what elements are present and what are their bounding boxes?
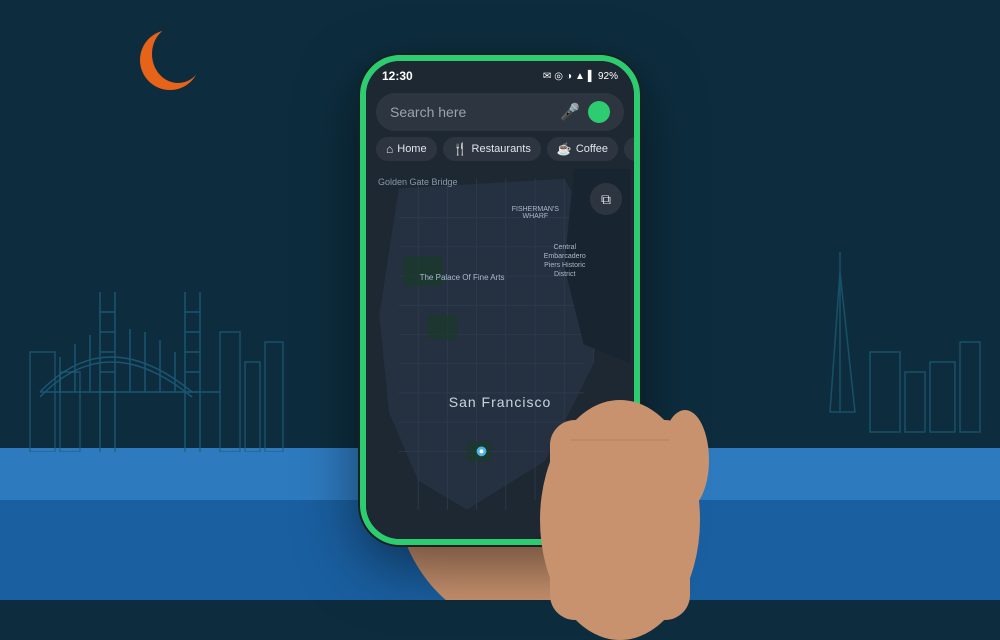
phone-scene: 12:30 ✉ ◎ ◑ ▲ ▌ 92% Search here 🎤 xyxy=(300,20,700,580)
map-label-central: CentralEmbarcaderoPiers HistoricDistrict xyxy=(544,243,586,279)
location-icon: ◎ xyxy=(554,71,563,82)
google-dot xyxy=(588,101,610,123)
search-bar[interactable]: Search here 🎤 xyxy=(376,93,624,131)
signal-icon: ▌ xyxy=(588,71,595,82)
status-bar: 12:30 ✉ ◎ ◑ ▲ ▌ 92% xyxy=(366,61,634,87)
coffee-chip-icon: ☕ xyxy=(557,142,572,156)
map-label-fisherman: FISHERMAN'SWHARF xyxy=(512,206,559,220)
layers-icon: ⧉ xyxy=(601,191,611,208)
map-label-palace: The Palace Of Fine Arts xyxy=(420,273,505,282)
battery-text: 92% xyxy=(598,71,618,82)
chip-coffee[interactable]: ☕ Coffee xyxy=(547,137,618,161)
wifi-icon: ▲ xyxy=(575,71,585,82)
hand-front xyxy=(520,360,720,640)
layers-button[interactable]: ⧉ xyxy=(590,183,622,215)
status-icons: ✉ ◎ ◑ ▲ ▌ 92% xyxy=(543,71,618,82)
email-icon: ✉ xyxy=(543,71,551,82)
chip-home[interactable]: ⌂ Home xyxy=(376,137,437,161)
map-label-golden-gate: Golden Gate Bridge xyxy=(378,177,458,187)
chip-home-label: Home xyxy=(397,143,426,155)
chip-restaurants[interactable]: 🍴 Restaurants xyxy=(443,137,541,161)
status-time: 12:30 xyxy=(382,69,413,83)
chip-bars[interactable]: 🍸 B xyxy=(624,137,634,161)
home-chip-icon: ⌂ xyxy=(386,142,393,156)
mic-icon[interactable]: 🎤 xyxy=(560,102,580,122)
chip-coffee-label: Coffee xyxy=(576,143,608,155)
moon-crescent xyxy=(140,30,200,90)
search-actions: 🎤 xyxy=(560,101,610,123)
chip-restaurants-label: Restaurants xyxy=(472,143,531,155)
search-placeholder: Search here xyxy=(390,104,466,120)
moon xyxy=(140,30,200,90)
vpn-icon: ◑ xyxy=(566,71,572,82)
chips-row: ⌂ Home 🍴 Restaurants ☕ Coffee 🍸 B xyxy=(366,137,634,169)
restaurants-chip-icon: 🍴 xyxy=(453,142,468,156)
